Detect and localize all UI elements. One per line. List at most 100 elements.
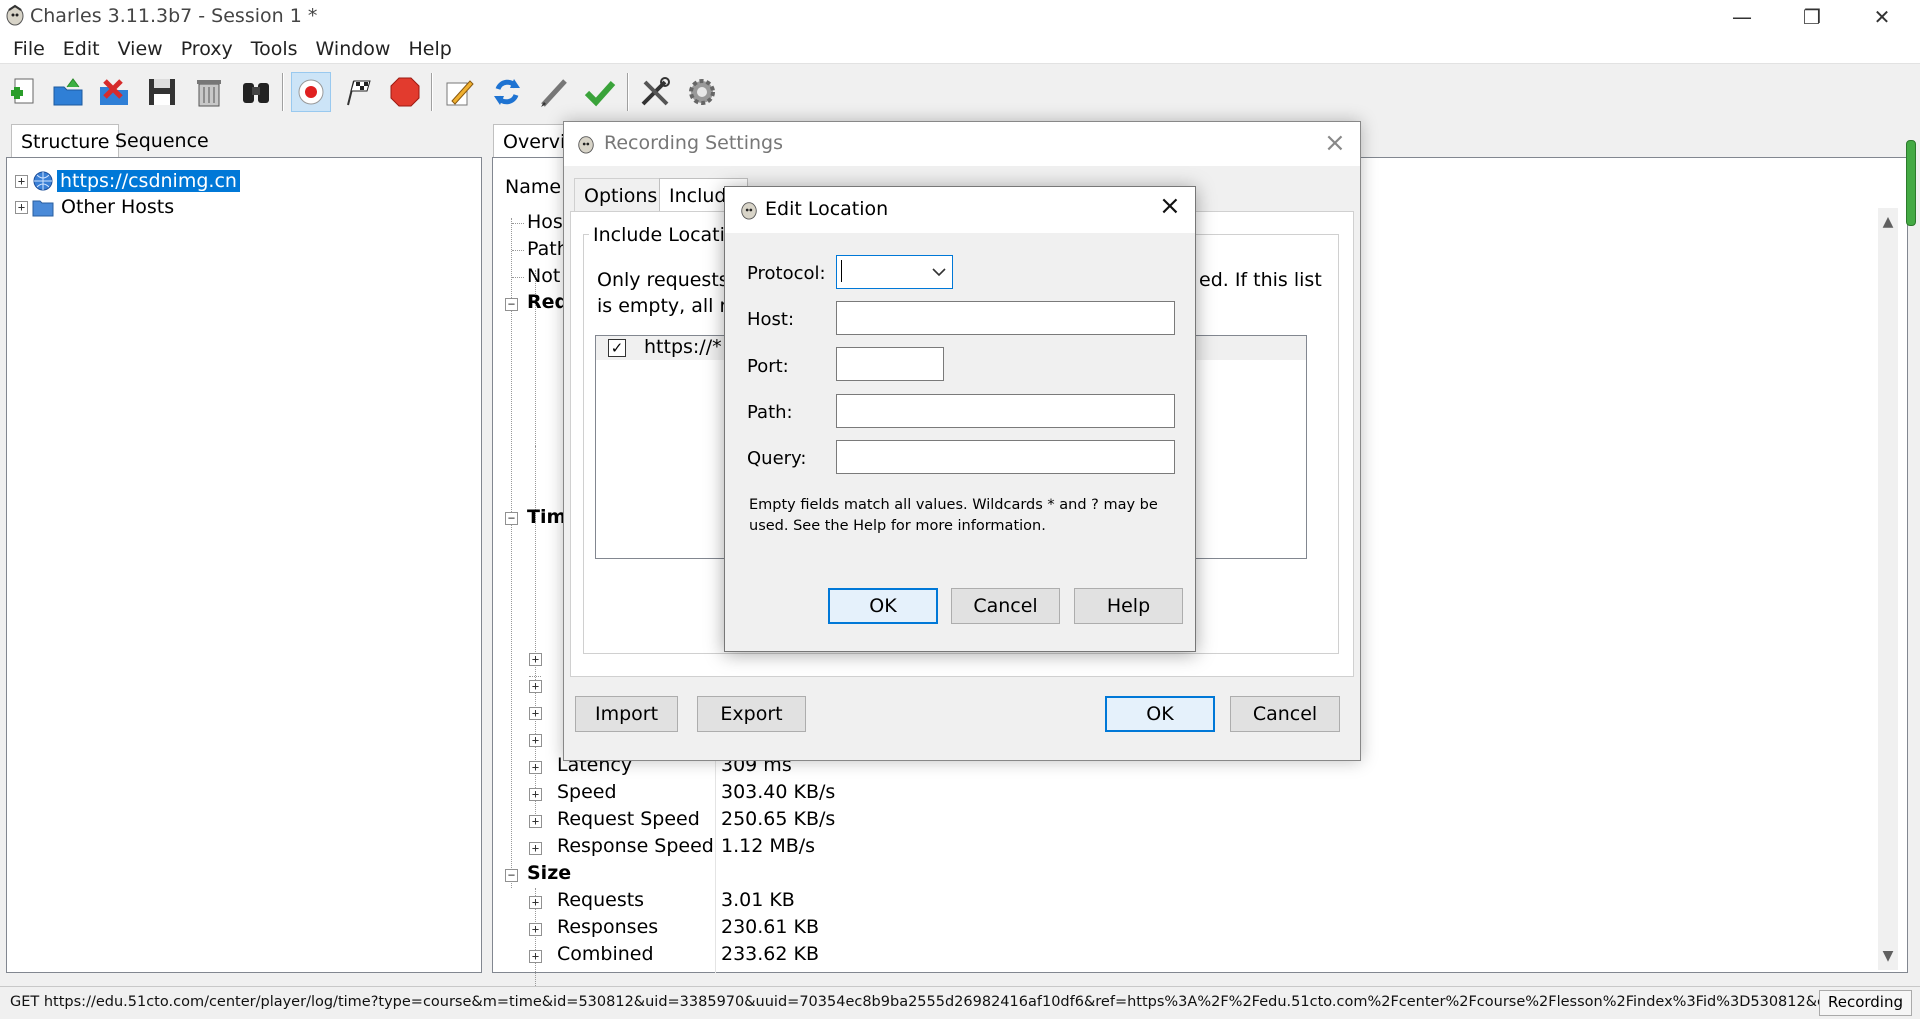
description-line1-right: ed. If this list [1199, 269, 1322, 291]
row-request-speed[interactable]: Request Speed [557, 808, 700, 830]
throttle-button[interactable] [339, 72, 379, 112]
tab-sequence[interactable]: Sequence [106, 124, 218, 158]
expand-icon[interactable]: + [529, 950, 542, 963]
tree-branch [512, 250, 524, 251]
close-session-button[interactable] [94, 72, 134, 112]
scroll-up-icon[interactable]: ▲ [1878, 212, 1898, 232]
vertical-scrollbar[interactable]: ▲ ▼ [1878, 208, 1898, 970]
column-header-name: Name [505, 176, 562, 198]
value-combined: 233.62 KB [721, 943, 820, 965]
status-url: GET https://edu.51cto.com/center/player/… [10, 994, 1877, 1010]
expand-icon[interactable]: + [529, 707, 542, 720]
menu-help[interactable]: Help [399, 38, 460, 60]
export-button[interactable]: Export [697, 696, 806, 732]
cancel-button[interactable]: Cancel [1230, 696, 1340, 732]
repeat-button[interactable] [487, 72, 527, 112]
expand-icon[interactable]: + [529, 815, 542, 828]
structure-panel: Structure Sequence + https://csdnimg.cn … [6, 124, 482, 973]
row-response-speed[interactable]: Response Speed [557, 835, 714, 857]
toolbar [0, 65, 1920, 118]
expand-icon[interactable]: + [529, 653, 542, 666]
side-handle[interactable] [1906, 140, 1916, 226]
description-line2: is empty, all r [597, 295, 728, 317]
minimize-button[interactable]: — [1712, 0, 1772, 34]
expand-icon[interactable]: + [15, 200, 28, 214]
tab-structure[interactable]: Structure [11, 124, 120, 158]
recording-status[interactable]: Recording [1818, 990, 1912, 1016]
record-button[interactable] [291, 72, 331, 112]
scroll-down-icon[interactable]: ▼ [1878, 946, 1898, 966]
expand-icon[interactable]: + [529, 788, 542, 801]
import-button[interactable]: Import [575, 696, 678, 732]
location-pattern: https://* [644, 336, 722, 358]
settings-button[interactable] [682, 72, 722, 112]
settings-icon [689, 79, 715, 105]
row-request[interactable]: Req [527, 291, 568, 313]
menu-view[interactable]: View [109, 38, 172, 60]
ok-button[interactable]: OK [828, 588, 938, 624]
collapse-icon[interactable]: − [505, 298, 518, 311]
close-button[interactable]: ✕ [1852, 0, 1912, 34]
row-responses[interactable]: Responses [557, 916, 658, 938]
new-session-icon [11, 78, 34, 104]
clear-session-button[interactable] [189, 72, 229, 112]
expand-icon[interactable]: + [529, 842, 542, 855]
help-button[interactable]: Help [1074, 588, 1183, 624]
new-session-button[interactable] [4, 72, 44, 112]
value-speed: 303.40 KB/s [721, 781, 836, 803]
close-icon[interactable]: × [1324, 128, 1346, 158]
tree-branch [529, 676, 541, 677]
cancel-button[interactable]: Cancel [951, 588, 1060, 624]
path-label: Path: [747, 402, 793, 423]
tree-item-csdnimg[interactable]: + https://csdnimg.cn [15, 168, 240, 194]
row-speed[interactable]: Speed [557, 781, 617, 803]
protocol-select[interactable] [836, 255, 953, 289]
expand-icon[interactable]: + [529, 734, 542, 747]
row-size[interactable]: Size [527, 862, 571, 884]
tree-item-other-hosts[interactable]: + Other Hosts [15, 194, 174, 220]
menu-file[interactable]: File [0, 38, 54, 60]
port-field[interactable] [836, 347, 944, 381]
toolbar-separator [431, 73, 433, 111]
tree-branch [512, 277, 524, 278]
expand-icon[interactable]: + [529, 680, 542, 693]
close-icon[interactable]: × [1159, 191, 1181, 221]
menu-bar: File Edit View Proxy Tools Window Help [0, 34, 1920, 64]
expand-icon[interactable]: + [529, 761, 542, 774]
expand-icon[interactable]: + [15, 174, 28, 188]
close-session-icon [100, 79, 128, 105]
row-host[interactable]: Hos [527, 211, 563, 233]
expand-icon[interactable]: + [529, 923, 542, 936]
restore-button[interactable]: ❐ [1782, 0, 1842, 34]
path-field[interactable] [836, 394, 1175, 428]
collapse-icon[interactable]: − [505, 869, 518, 882]
dialog-title-bar: Recording Settings × [564, 122, 1360, 166]
tools-button[interactable] [635, 72, 675, 112]
ok-button[interactable]: OK [1105, 696, 1215, 732]
tab-options[interactable]: Options [574, 178, 668, 212]
row-requests[interactable]: Requests [557, 889, 644, 911]
edit-button[interactable] [534, 72, 574, 112]
menu-tools[interactable]: Tools [242, 38, 307, 60]
menu-window[interactable]: Window [307, 38, 400, 60]
row-combined[interactable]: Combined [557, 943, 654, 965]
find-button[interactable] [236, 72, 276, 112]
row-timing[interactable]: Tim [527, 506, 566, 528]
collapse-icon[interactable]: − [505, 512, 518, 525]
query-field[interactable] [836, 440, 1175, 474]
compose-button[interactable] [439, 72, 479, 112]
save-button[interactable] [142, 72, 182, 112]
row-notes[interactable]: Not [527, 265, 560, 287]
checkbox[interactable]: ✓ [608, 339, 626, 357]
validate-button[interactable] [580, 72, 620, 112]
repeat-icon [494, 79, 520, 105]
save-icon [149, 79, 175, 105]
port-label: Port: [747, 356, 789, 377]
expand-icon[interactable]: + [529, 896, 542, 909]
menu-proxy[interactable]: Proxy [172, 38, 242, 60]
host-field[interactable] [836, 301, 1175, 335]
menu-edit[interactable]: Edit [54, 38, 109, 60]
breakpoints-button[interactable] [385, 72, 425, 112]
open-session-button[interactable] [48, 72, 88, 112]
help-text: Empty fields match all values. Wildcards… [749, 497, 1158, 534]
